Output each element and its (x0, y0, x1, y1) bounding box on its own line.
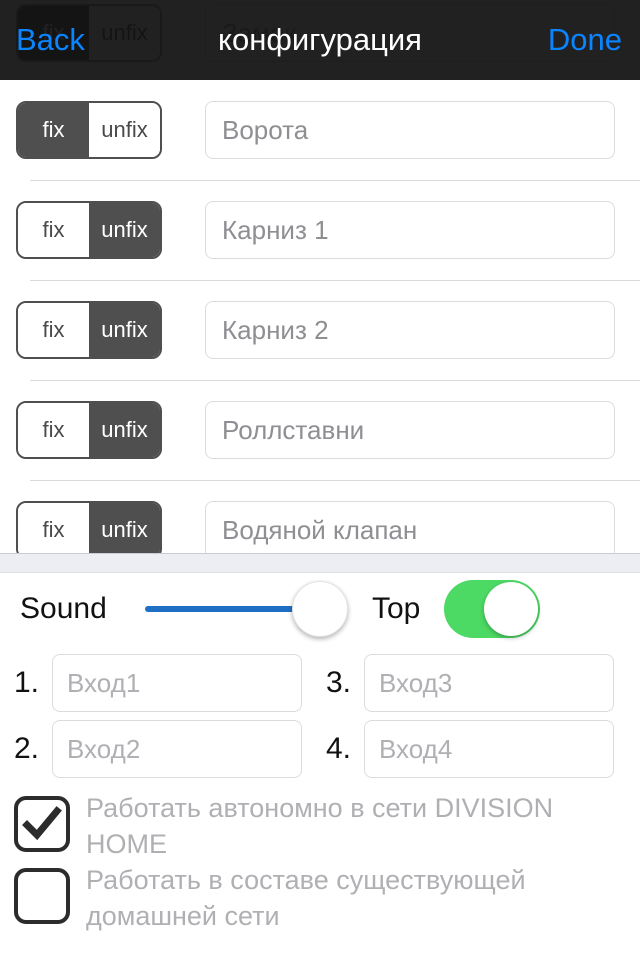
numbered-inputs-grid: 1. Вход1 2. Вход2 3. Вход3 4. Вход4 (0, 652, 640, 784)
segment-unfix[interactable]: unfix (89, 203, 160, 257)
device-row: fix unfix Карниз 2 (0, 280, 640, 380)
input-number-2: 2. (14, 732, 40, 765)
segment-unfix[interactable]: unfix (89, 303, 160, 357)
segment-fix[interactable]: fix (18, 203, 89, 257)
device-row: fix unfix Роллставни (0, 380, 640, 480)
input-field-2[interactable]: Вход2 (52, 720, 302, 778)
fix-unfix-segmented-control[interactable]: fix unfix (16, 101, 162, 159)
checkbox-row-existing-network[interactable]: Работать в составе существующей домашней… (0, 864, 640, 938)
input-number-4: 4. (326, 732, 352, 765)
fix-unfix-segmented-control[interactable]: fix unfix (16, 501, 162, 559)
fix-unfix-segmented-control[interactable]: fix unfix (16, 301, 162, 359)
fix-unfix-segmented-control[interactable]: fix unfix (16, 201, 162, 259)
checkbox-row-standalone[interactable]: Работать автономно в сети DIVISION HOME (0, 792, 640, 864)
sound-label: Sound (20, 592, 107, 625)
device-name-field[interactable]: Роллставни (205, 401, 615, 459)
device-rows-list: fix unfix Ворота fix unfix Карниз 1 fix … (0, 80, 640, 580)
device-name-field[interactable]: Карниз 2 (205, 301, 615, 359)
device-name-field[interactable]: Карниз 1 (205, 201, 615, 259)
sound-slider-knob[interactable] (292, 581, 348, 637)
top-label: Top (372, 592, 421, 625)
segment-unfix[interactable]: unfix (89, 503, 160, 557)
device-name-field[interactable]: Водяной клапан (205, 501, 615, 559)
checkbox-unchecked-icon[interactable] (14, 868, 70, 924)
segment-fix[interactable]: fix (18, 503, 89, 557)
segment-unfix[interactable]: unfix (89, 103, 160, 157)
app-screen: fix unfix Замок Back конфигурация Done f… (0, 0, 640, 960)
sound-slider-track (145, 606, 297, 612)
device-row: fix unfix Карниз 1 (0, 180, 640, 280)
input-cell-3: 3. Вход3 (326, 654, 626, 712)
input-field-3[interactable]: Вход3 (364, 654, 614, 712)
input-cell-4: 4. Вход4 (326, 720, 626, 778)
segment-fix[interactable]: fix (18, 103, 89, 157)
sound-slider[interactable] (145, 573, 348, 645)
checkbox-checked-icon[interactable] (14, 796, 70, 852)
input-field-1[interactable]: Вход1 (52, 654, 302, 712)
fix-unfix-segmented-control[interactable]: fix unfix (16, 401, 162, 459)
top-toggle-knob (484, 582, 538, 636)
segment-fix[interactable]: fix (18, 303, 89, 357)
navigation-bar: Back конфигурация Done (0, 0, 640, 80)
section-divider (0, 553, 640, 573)
sound-top-controls: Sound Top (0, 573, 640, 645)
input-cell-2: 2. Вход2 (14, 720, 314, 778)
network-mode-options: Работать автономно в сети DIVISION HOME … (0, 792, 640, 938)
top-toggle[interactable] (444, 580, 540, 638)
input-cell-1: 1. Вход1 (14, 654, 314, 712)
segment-unfix[interactable]: unfix (89, 403, 160, 457)
page-title: конфигурация (218, 22, 422, 57)
device-name-field[interactable]: Ворота (205, 101, 615, 159)
input-field-4[interactable]: Вход4 (364, 720, 614, 778)
device-row: fix unfix Ворота (0, 80, 640, 180)
checkbox-label-existing-network: Работать в составе существующей домашней… (86, 865, 526, 931)
done-button[interactable]: Done (548, 22, 622, 58)
checkbox-label-standalone: Работать автономно в сети DIVISION HOME (86, 793, 554, 859)
input-number-3: 3. (326, 666, 352, 699)
input-number-1: 1. (14, 666, 40, 699)
segment-fix[interactable]: fix (18, 403, 89, 457)
